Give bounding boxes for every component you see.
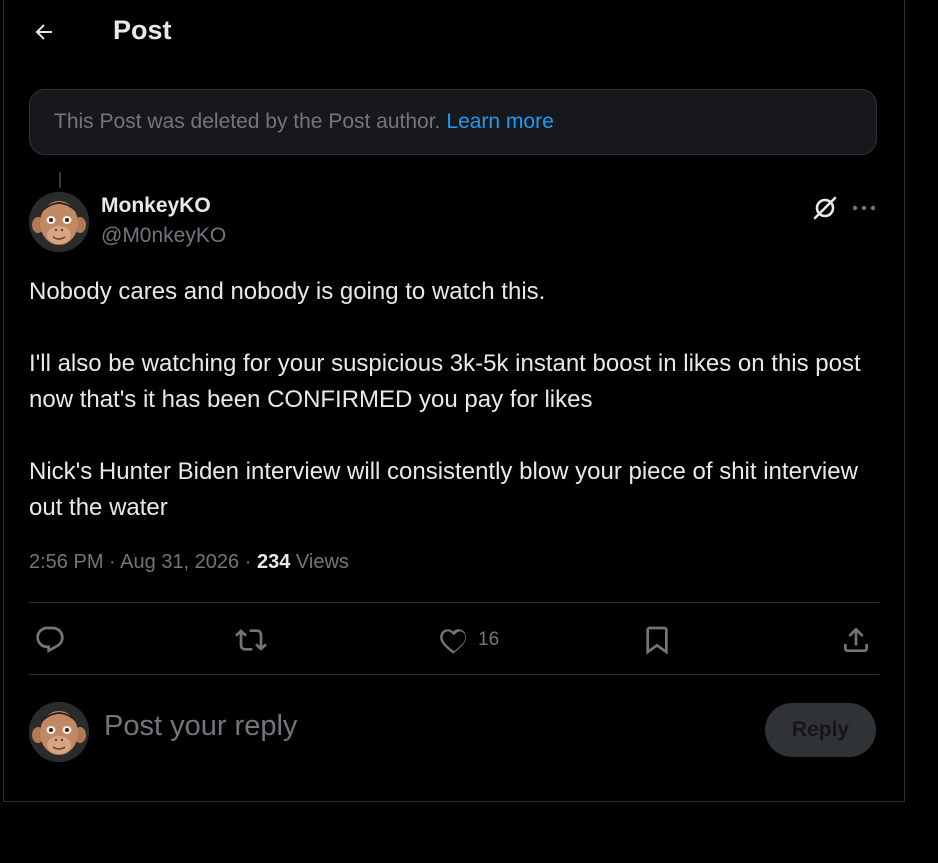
post-date[interactable]: Aug 31, 2026: [120, 551, 239, 573]
views-label: Views: [295, 551, 349, 573]
meta-separator: ·: [244, 551, 252, 573]
deleted-post-notice: This Post was deleted by the Post author…: [29, 89, 877, 155]
bookmark-action-button[interactable]: [641, 620, 673, 660]
repost-icon: [235, 629, 267, 651]
reply-icon: [36, 626, 64, 653]
like-icon: [440, 629, 467, 654]
more-options-icon[interactable]: [850, 193, 878, 223]
reply-action-button[interactable]: [34, 620, 66, 660]
post-meta: 2:56 PM · Aug 31, 2026 · 234 Views: [29, 551, 349, 574]
header: Post: [4, 0, 904, 64]
views-count: 234: [256, 551, 291, 573]
post-time[interactable]: 2:56 PM: [29, 551, 103, 573]
share-icon: [844, 627, 868, 652]
post-paragraph: Nick's Hunter Biden interview will consi…: [29, 458, 858, 521]
like-action-button[interactable]: 16: [438, 620, 499, 660]
thread-connector-line: [59, 172, 61, 188]
deleted-notice-text: This Post was deleted by the Post author…: [54, 110, 441, 133]
post-paragraph: I'll also be watching for your suspiciou…: [29, 350, 861, 413]
author-handle[interactable]: @M0nkeyKO: [101, 224, 226, 248]
divider: [29, 602, 879, 603]
monkey-avatar-icon: [29, 702, 89, 762]
monkey-avatar-icon: [29, 192, 89, 252]
reply-input[interactable]: [104, 710, 724, 743]
grok-icon[interactable]: [810, 193, 840, 223]
bookmark-icon: [646, 626, 668, 655]
post-column: Post This Post was deleted by the Post a…: [3, 0, 905, 802]
my-avatar[interactable]: [29, 702, 89, 762]
author-name[interactable]: MonkeyKO: [101, 194, 211, 218]
like-count: 16: [478, 629, 500, 650]
reply-button-label: Reply: [791, 718, 850, 741]
divider: [29, 674, 879, 675]
share-action-button[interactable]: [840, 620, 872, 660]
learn-more-link[interactable]: Learn more: [446, 110, 553, 134]
page-title: Post: [113, 15, 172, 45]
back-button[interactable]: [24, 12, 64, 52]
meta-separator: ·: [109, 551, 116, 573]
author-avatar[interactable]: [29, 192, 89, 252]
post-paragraph: Nobody cares and nobody is going to watc…: [29, 278, 546, 305]
repost-action-button[interactable]: [235, 620, 267, 660]
reply-button[interactable]: Reply: [765, 703, 876, 757]
post-text: Nobody cares and nobody is going to watc…: [29, 274, 879, 526]
arrow-left-icon: [35, 24, 52, 40]
